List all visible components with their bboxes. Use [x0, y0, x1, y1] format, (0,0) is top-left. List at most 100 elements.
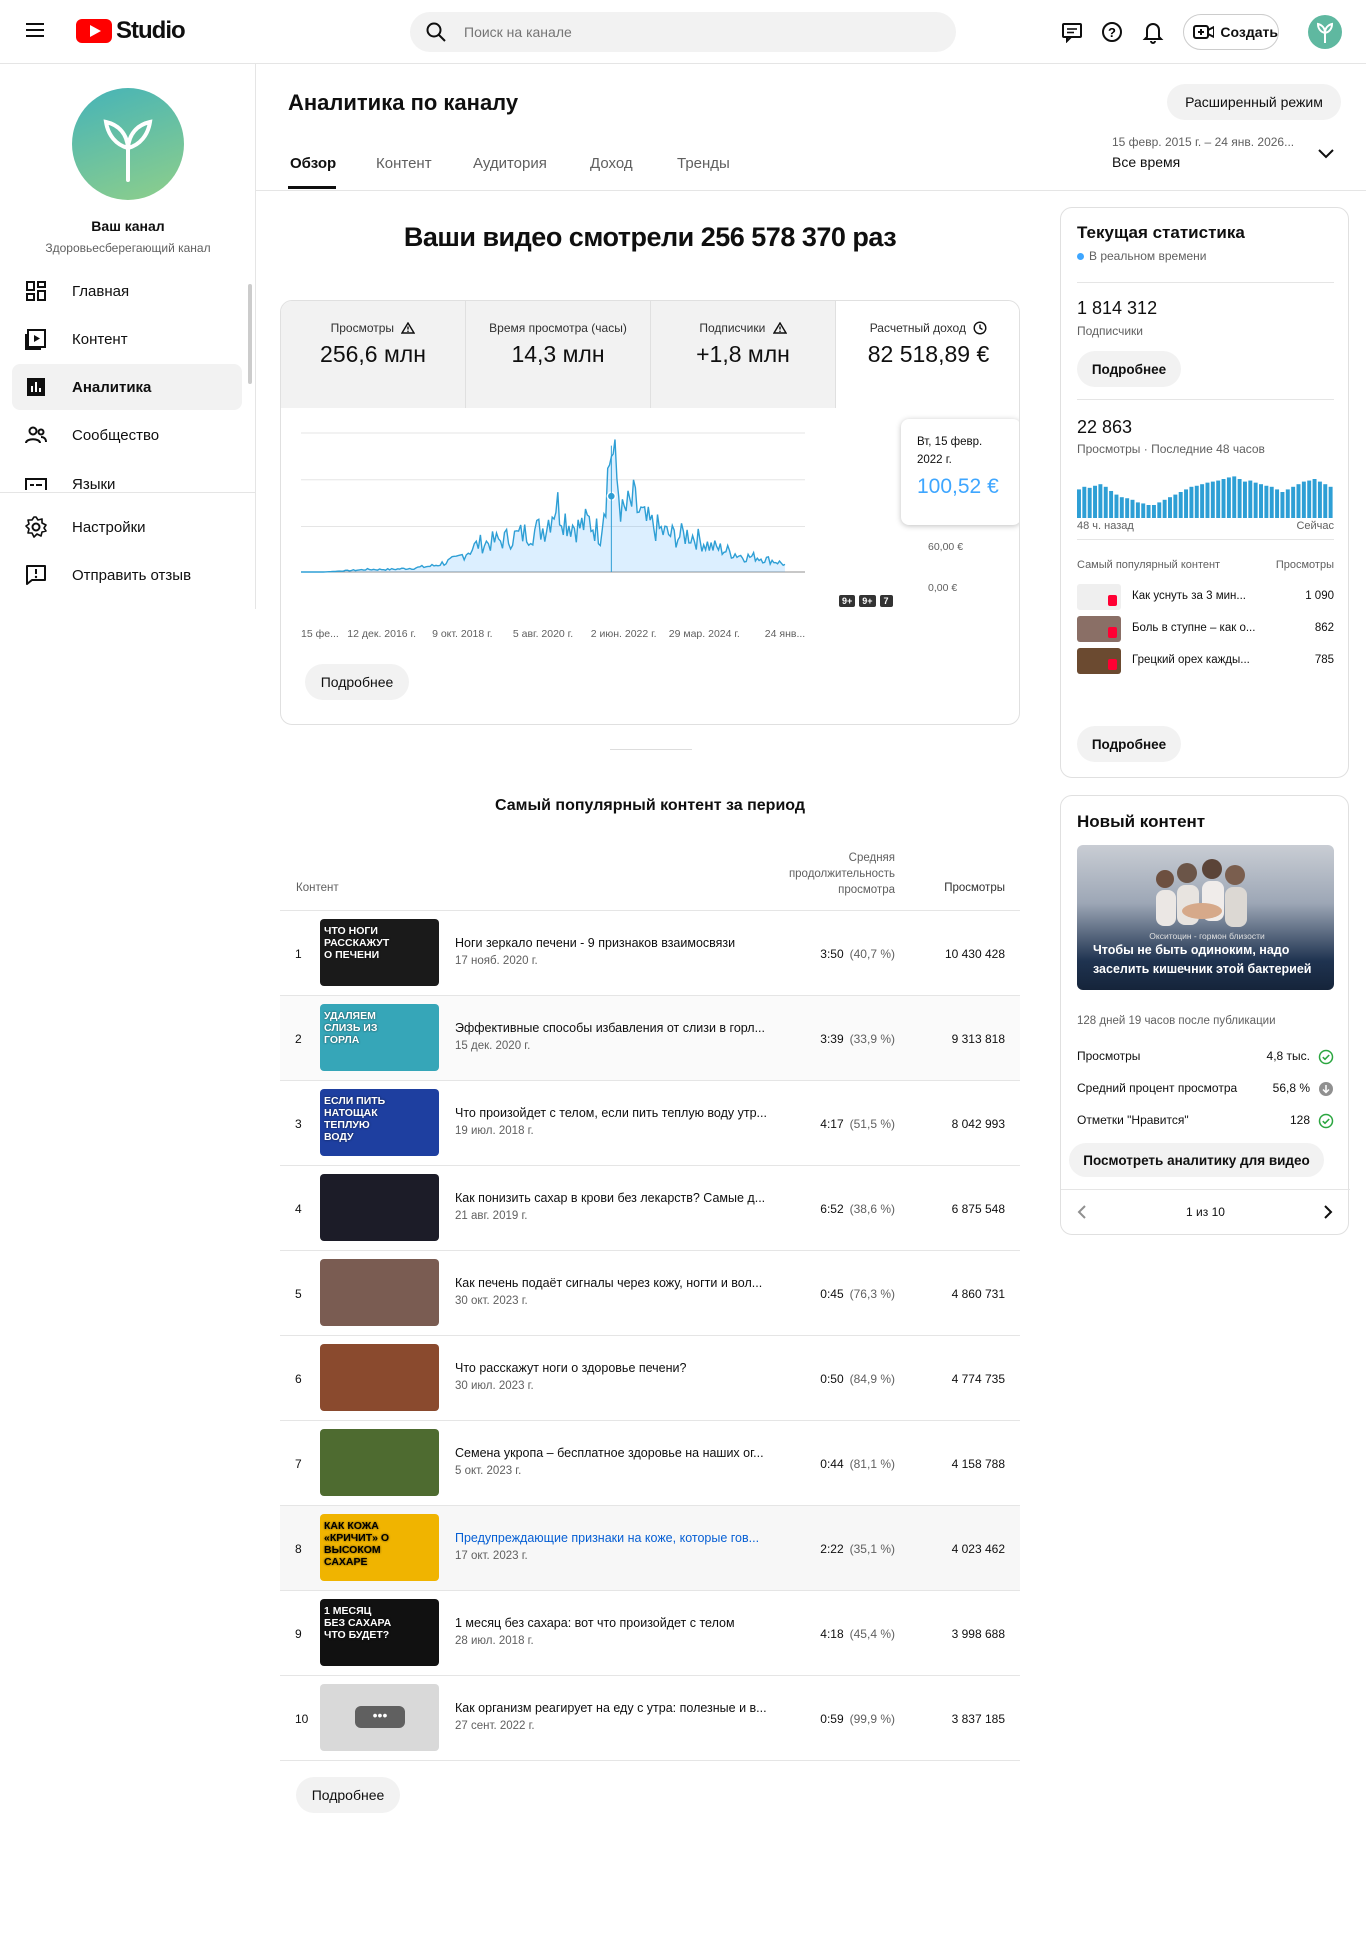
realtime-bar[interactable] [1130, 499, 1135, 518]
realtime-bar[interactable] [1301, 481, 1306, 518]
video-title[interactable]: Что произойдет с телом, если пить теплую… [455, 1106, 785, 1120]
realtime-more-button-2[interactable]: Подробнее [1077, 726, 1181, 762]
video-thumbnail[interactable] [320, 1344, 439, 1411]
realtime-bar[interactable] [1077, 489, 1081, 518]
realtime-bar[interactable] [1146, 505, 1151, 518]
table-row[interactable]: 2 Удаляем слизь из горла Эффективные спосо… [280, 996, 1020, 1081]
realtime-bar[interactable] [1275, 489, 1280, 518]
video-title[interactable]: Как организм реагирует на еду с утра: по… [455, 1701, 785, 1715]
realtime-bar[interactable] [1205, 482, 1210, 518]
realtime-bar[interactable] [1216, 480, 1221, 518]
realtime-bar[interactable] [1248, 480, 1253, 518]
realtime-bar[interactable] [1259, 484, 1263, 518]
video-thumbnail[interactable]: ••• [320, 1684, 439, 1751]
rt-top-item[interactable]: Грецкий орех кажды... 785 [1077, 648, 1334, 676]
sidebar-item-settings[interactable]: Настройки [12, 504, 242, 550]
realtime-bar[interactable] [1178, 492, 1183, 518]
tab-trends[interactable]: Тренды [677, 155, 730, 191]
advanced-mode-button[interactable]: Расширенный режим [1167, 84, 1341, 120]
sidebar-item-content[interactable]: Контент [12, 316, 242, 362]
table-row[interactable]: 8 как кожа «кричит» о высоком сахаре Преду… [280, 1506, 1020, 1591]
metric-subscribers[interactable]: Подписчики +1,8 млн [651, 301, 836, 408]
video-title[interactable]: Семена укропа – бесплатное здоровье на н… [455, 1446, 785, 1460]
avatar[interactable] [1308, 15, 1342, 49]
sidebar-item-feedback[interactable]: Отправить отзыв [12, 552, 242, 598]
table-row[interactable]: 4 Как понизить сахар в крови без лекарств… [280, 1166, 1020, 1251]
realtime-bar[interactable] [1200, 484, 1205, 518]
table-row[interactable]: 3 если пить натощак теплую воду Что произо… [280, 1081, 1020, 1166]
video-title[interactable]: Эффективные способы избавления от слизи … [455, 1021, 785, 1035]
realtime-bar[interactable] [1157, 502, 1162, 518]
realtime-bar[interactable] [1280, 492, 1285, 518]
realtime-bar-chart[interactable] [1077, 466, 1334, 518]
table-row[interactable]: 1 Что ноги расскажут о печени Ноги зеркало… [280, 911, 1020, 996]
metric-revenue[interactable]: Расчетный доход 82 518,89 € [836, 301, 1019, 408]
realtime-bar[interactable] [1226, 477, 1231, 518]
realtime-bar[interactable] [1114, 494, 1119, 518]
event-badge[interactable]: 9+ [839, 595, 856, 607]
realtime-bar[interactable] [1109, 490, 1114, 518]
video-title[interactable]: Как печень подаёт сигналы через кожу, но… [455, 1276, 785, 1290]
realtime-bar[interactable] [1221, 479, 1226, 518]
sidebar-scrollbar[interactable] [248, 284, 252, 384]
table-row[interactable]: 6 Что расскажут ноги о здоровье печени? 30… [280, 1336, 1020, 1421]
realtime-bar[interactable] [1253, 482, 1258, 518]
realtime-bar[interactable] [1087, 487, 1092, 518]
overview-more-button[interactable]: Подробнее [305, 664, 409, 700]
sidebar-item-community[interactable]: Сообщество [12, 412, 242, 458]
realtime-bar[interactable] [1173, 494, 1178, 518]
date-range-selector[interactable]: 15 февр. 2015 г. – 24 янв. 2026... Все в… [1110, 133, 1345, 177]
video-analytics-button[interactable]: Посмотреть аналитику для видео [1069, 1143, 1324, 1177]
realtime-bar[interactable] [1135, 502, 1140, 518]
realtime-bar[interactable] [1151, 505, 1156, 518]
sidebar-item-dashboard[interactable]: Главная [12, 268, 242, 314]
realtime-bar[interactable] [1232, 476, 1237, 518]
metric-watch-time[interactable]: Время просмотра (часы) 14,3 млн [466, 301, 651, 408]
rt-top-item[interactable]: Как уснуть за 3 мин... 1 090 [1077, 584, 1334, 612]
realtime-bar[interactable] [1312, 479, 1317, 518]
video-title[interactable]: 1 месяц без сахара: вот что произойдет с… [455, 1616, 785, 1630]
help-icon[interactable]: ? [1101, 21, 1123, 43]
realtime-bar[interactable] [1323, 484, 1328, 518]
video-title[interactable]: Что расскажут ноги о здоровье печени? [455, 1361, 785, 1375]
event-badge[interactable]: 9+ [859, 595, 876, 607]
event-badge[interactable]: 7 [879, 595, 893, 607]
realtime-bar[interactable] [1269, 486, 1274, 518]
search-box[interactable] [410, 12, 956, 52]
realtime-bar[interactable] [1168, 497, 1172, 518]
realtime-bar[interactable] [1119, 497, 1124, 518]
realtime-bar[interactable] [1237, 479, 1242, 518]
bell-icon[interactable] [1142, 20, 1164, 44]
realtime-bar[interactable] [1093, 485, 1098, 518]
sidebar-item-analytics[interactable]: Аналитика [12, 364, 242, 410]
video-thumbnail[interactable] [320, 1429, 439, 1496]
search-input[interactable] [464, 20, 914, 44]
video-title[interactable]: Предупреждающие признаки на коже, которы… [455, 1531, 785, 1545]
tab-content[interactable]: Контент [376, 155, 432, 191]
realtime-bar[interactable] [1210, 481, 1215, 518]
video-thumbnail[interactable]: Удаляем слизь из горла [320, 1004, 439, 1071]
messages-icon[interactable] [1061, 21, 1083, 43]
video-title[interactable]: Как понизить сахар в крови без лекарств?… [455, 1191, 785, 1205]
realtime-more-button[interactable]: Подробнее [1077, 351, 1181, 387]
video-thumbnail[interactable] [320, 1174, 439, 1241]
realtime-bar[interactable] [1194, 485, 1199, 518]
metric-views[interactable]: Просмотры 256,6 млн [281, 301, 466, 408]
realtime-bar[interactable] [1189, 486, 1194, 518]
realtime-bar[interactable] [1141, 503, 1146, 518]
video-thumbnail[interactable]: если пить натощак теплую воду [320, 1089, 439, 1156]
studio-logo[interactable]: Studio [76, 16, 186, 46]
col-duration[interactable]: Средняя продолжительность просмотра [770, 850, 895, 898]
realtime-bar[interactable] [1098, 484, 1103, 518]
realtime-bar[interactable] [1264, 485, 1269, 518]
sidebar-item-languages[interactable]: Языки [12, 460, 242, 490]
table-row[interactable]: 9 1 месяц без сахара что будет? 1 месяц бе… [280, 1591, 1020, 1676]
col-views[interactable]: Просмотры [900, 882, 1005, 894]
video-thumbnail[interactable]: Что ноги расскажут о печени [320, 919, 439, 986]
video-thumbnail[interactable]: 1 месяц без сахара что будет? [320, 1599, 439, 1666]
rt-top-item[interactable]: Боль в ступне – как о... 862 [1077, 616, 1334, 644]
chevron-right-icon[interactable] [1321, 1203, 1335, 1221]
realtime-bar[interactable] [1242, 481, 1247, 518]
realtime-bar[interactable] [1082, 486, 1087, 518]
create-button[interactable]: Создать [1183, 14, 1279, 50]
